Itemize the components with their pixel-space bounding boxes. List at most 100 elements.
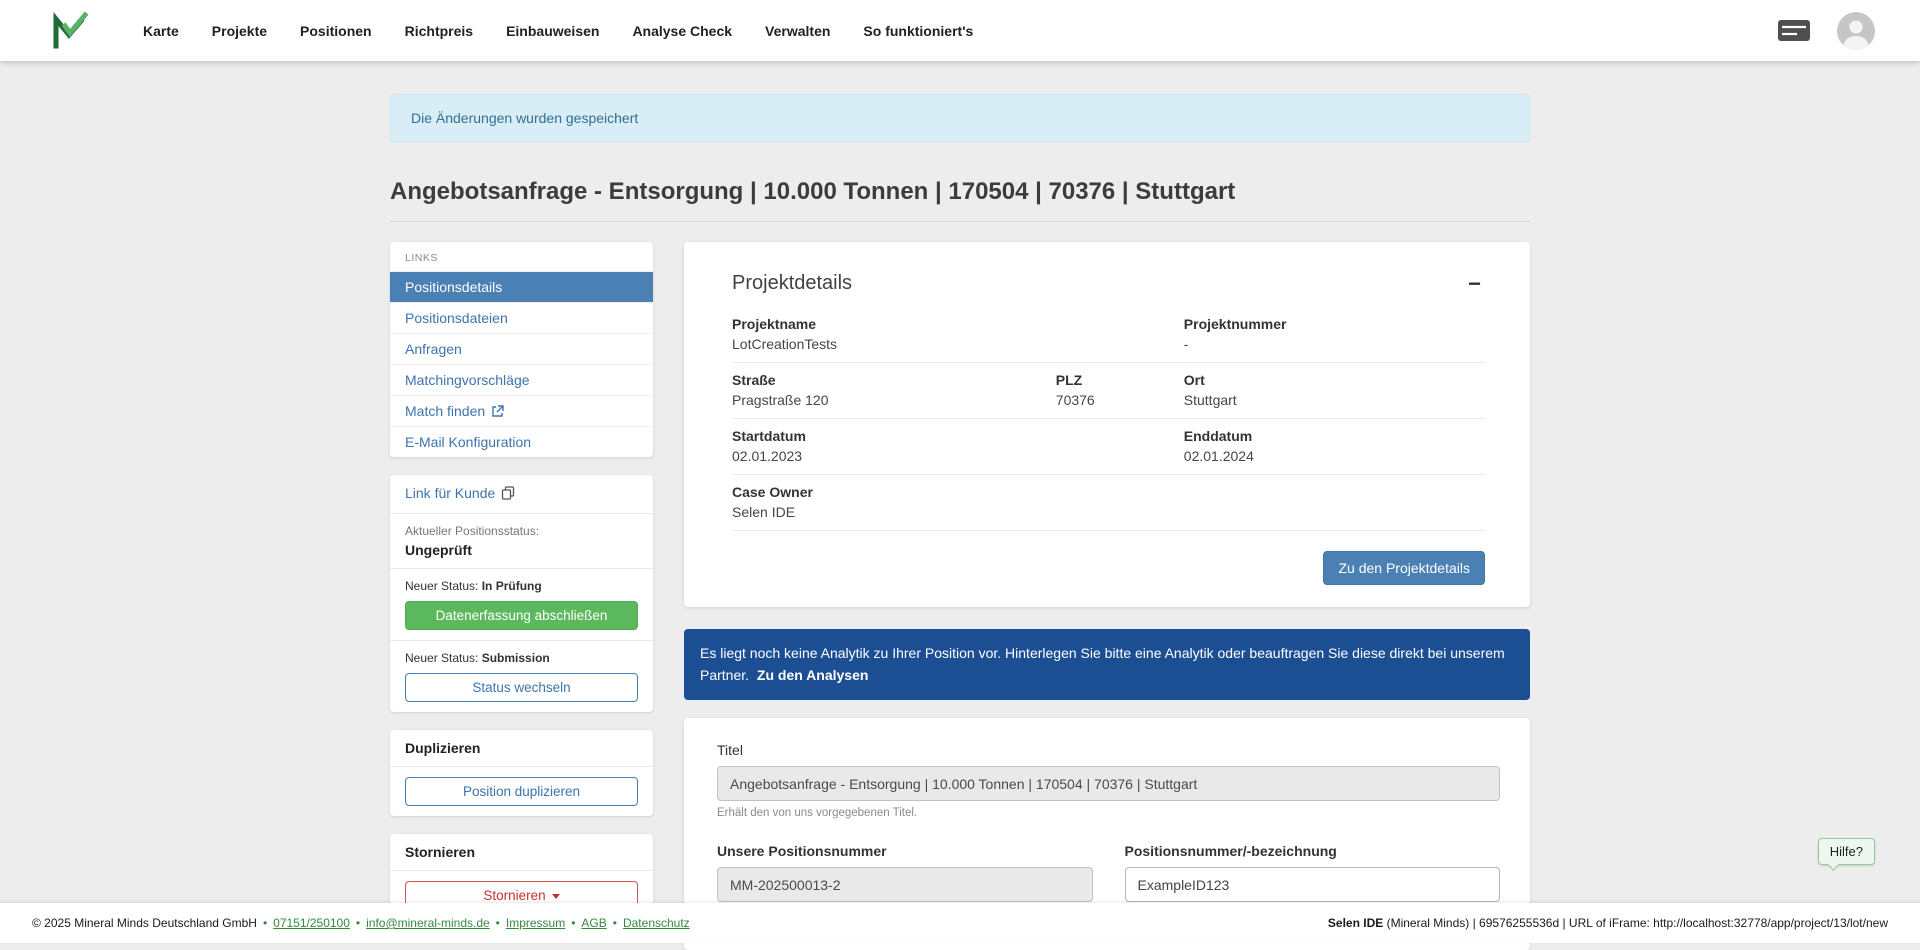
- titel-label: Titel: [717, 742, 1500, 758]
- field-value: 02.01.2024: [1184, 448, 1477, 464]
- field-projektname: Projektname LotCreationTests: [732, 307, 1184, 363]
- collapse-button[interactable]: −: [1464, 273, 1485, 295]
- field-value: 02.01.2023: [732, 448, 1176, 464]
- logo[interactable]: [49, 11, 89, 51]
- cancel-title: Stornieren: [390, 834, 653, 871]
- customer-link[interactable]: Link für Kunde: [405, 485, 515, 501]
- separator-dot: •: [496, 916, 500, 930]
- switch-status-button[interactable]: Status wechseln: [405, 673, 638, 702]
- bezeichnung-input[interactable]: [1125, 867, 1501, 902]
- brand-logo-icon: [49, 11, 89, 51]
- sidebar-item-positionsdateien[interactable]: Positionsdateien: [390, 302, 653, 333]
- project-details-title: Projektdetails: [732, 272, 852, 295]
- footer-right: Selen IDE (Mineral Minds) | 69576255536d…: [1328, 916, 1888, 930]
- field-plz: PLZ 70376: [1056, 363, 1184, 419]
- email-link[interactable]: info@mineral-minds.de: [366, 916, 490, 930]
- server-icon: [1777, 19, 1811, 42]
- nav-item-karte[interactable]: Karte: [143, 23, 179, 39]
- copy-icon: [501, 486, 515, 500]
- sidebar-item-anfragen[interactable]: Anfragen: [390, 333, 653, 364]
- content-row: LINKS Positionsdetails Positionsdateien …: [390, 242, 1530, 950]
- sidebar-item-label: Matchingvorschläge: [405, 372, 530, 388]
- new-status-prefix: Neuer Status:: [405, 579, 478, 593]
- bezeichnung-label: Positionsnummer/-bezeichnung: [1125, 843, 1501, 859]
- sidebar-item-label: Positionsdateien: [405, 310, 508, 326]
- sidebar-item-label: Match finden: [405, 403, 485, 419]
- positionsnummer-label: Unsere Positionsnummer: [717, 843, 1093, 859]
- duplicate-position-button[interactable]: Position duplizieren: [405, 777, 638, 806]
- field-value: Stuttgart: [1184, 392, 1477, 408]
- field-enddatum: Enddatum 02.01.2024: [1184, 419, 1485, 475]
- impressum-link[interactable]: Impressum: [506, 916, 565, 930]
- duplicate-title: Duplizieren: [390, 730, 653, 767]
- new-status-value: Submission: [482, 651, 550, 665]
- footer-left: © 2025 Mineral Minds Deutschland GmbH • …: [32, 916, 690, 930]
- nav-item-so-funktionierts[interactable]: So funktioniert's: [863, 23, 973, 39]
- nav-item-einbauweisen[interactable]: Einbauweisen: [506, 23, 599, 39]
- project-details-link-button[interactable]: Zu den Projektdetails: [1323, 551, 1485, 585]
- sidebar-item-label: E-Mail Konfiguration: [405, 434, 531, 450]
- current-status-label: Aktueller Positionsstatus:: [405, 524, 638, 538]
- analytics-link[interactable]: Zu den Analysen: [757, 667, 869, 683]
- sidebar: LINKS Positionsdetails Positionsdateien …: [390, 242, 653, 920]
- caret-down-icon: [552, 894, 560, 899]
- footer: © 2025 Mineral Minds Deutschland GmbH • …: [0, 903, 1920, 943]
- sidebar-item-positionsdetails[interactable]: Positionsdetails: [390, 271, 653, 302]
- avatar[interactable]: [1837, 12, 1875, 50]
- new-status-value: In Prüfung: [482, 579, 542, 593]
- phone-link[interactable]: 07151/250100: [273, 916, 350, 930]
- current-status-value: Ungeprüft: [405, 542, 638, 558]
- new-status-prefix: Neuer Status:: [405, 651, 478, 665]
- main-column: Projektdetails − Projektname LotCreation…: [684, 242, 1530, 950]
- links-header: LINKS: [390, 242, 653, 271]
- nav-item-positionen[interactable]: Positionen: [300, 23, 372, 39]
- duplicate-button-row: Position duplizieren: [390, 767, 653, 816]
- sidebar-item-email-konfiguration[interactable]: E-Mail Konfiguration: [390, 426, 653, 457]
- field-value: LotCreationTests: [732, 336, 1176, 352]
- duplicate-card: Duplizieren Position duplizieren: [390, 730, 653, 816]
- copyright-text: © 2025 Mineral Minds Deutschland GmbH: [32, 916, 257, 930]
- sidebar-item-match-finden[interactable]: Match finden: [390, 395, 653, 426]
- project-button-row: Zu den Projektdetails: [732, 551, 1485, 585]
- field-label: Projektnummer: [1184, 316, 1477, 332]
- nav-item-projekte[interactable]: Projekte: [212, 23, 267, 39]
- footer-user: Selen IDE: [1328, 916, 1383, 930]
- sidebar-item-label: Anfragen: [405, 341, 462, 357]
- top-navbar: Karte Projekte Positionen Richtpreis Ein…: [0, 0, 1920, 61]
- page-title: Angebotsanfrage - Entsorgung | 10.000 To…: [390, 178, 1530, 206]
- project-details-grid: Projektname LotCreationTests Projektnumm…: [732, 307, 1485, 531]
- field-value: Selen IDE: [732, 504, 1477, 520]
- sidebar-item-label: Positionsdetails: [405, 279, 502, 295]
- customer-link-label: Link für Kunde: [405, 485, 495, 501]
- external-link-icon: [491, 405, 504, 418]
- help-button[interactable]: Hilfe?: [1818, 838, 1875, 865]
- title-divider: [390, 221, 1530, 222]
- new-status-pruefung-block: Neuer Status: In Prüfung Datenerfassung …: [390, 569, 653, 641]
- current-status-block: Aktueller Positionsstatus: Ungeprüft: [390, 514, 653, 569]
- nav-item-verwalten[interactable]: Verwalten: [765, 23, 830, 39]
- new-status-line: Neuer Status: In Prüfung: [405, 579, 638, 593]
- analytics-banner: Es liegt noch keine Analytik zu Ihrer Po…: [684, 629, 1530, 700]
- sidebar-item-matchingvorschlaege[interactable]: Matchingvorschläge: [390, 364, 653, 395]
- titel-helper: Erhält den von uns vorgegebenen Titel.: [717, 807, 1500, 819]
- cancel-button-label: Stornieren: [483, 888, 545, 903]
- datenschutz-link[interactable]: Datenschutz: [623, 916, 690, 930]
- field-startdatum: Startdatum 02.01.2023: [732, 419, 1184, 475]
- field-label: Startdatum: [732, 428, 1176, 444]
- field-label: Enddatum: [1184, 428, 1477, 444]
- field-ort: Ort Stuttgart: [1184, 363, 1485, 419]
- separator-dot: •: [263, 916, 267, 930]
- separator-dot: •: [356, 916, 360, 930]
- nav-item-analyse-check[interactable]: Analyse Check: [632, 23, 732, 39]
- titel-input: [717, 766, 1500, 801]
- customer-link-row: Link für Kunde: [390, 475, 653, 514]
- agb-link[interactable]: AGB: [581, 916, 606, 930]
- complete-data-entry-button[interactable]: Datenerfassung abschließen: [405, 601, 638, 630]
- server-button[interactable]: [1777, 19, 1811, 42]
- field-label: PLZ: [1056, 372, 1176, 388]
- positionsnummer-input: [717, 867, 1093, 902]
- navbar-right: [1777, 12, 1875, 50]
- success-alert-text: Die Änderungen wurden gespeichert: [411, 110, 638, 126]
- nav-item-richtpreis[interactable]: Richtpreis: [405, 23, 473, 39]
- main-content: Die Änderungen wurden gespeichert Angebo…: [390, 94, 1530, 950]
